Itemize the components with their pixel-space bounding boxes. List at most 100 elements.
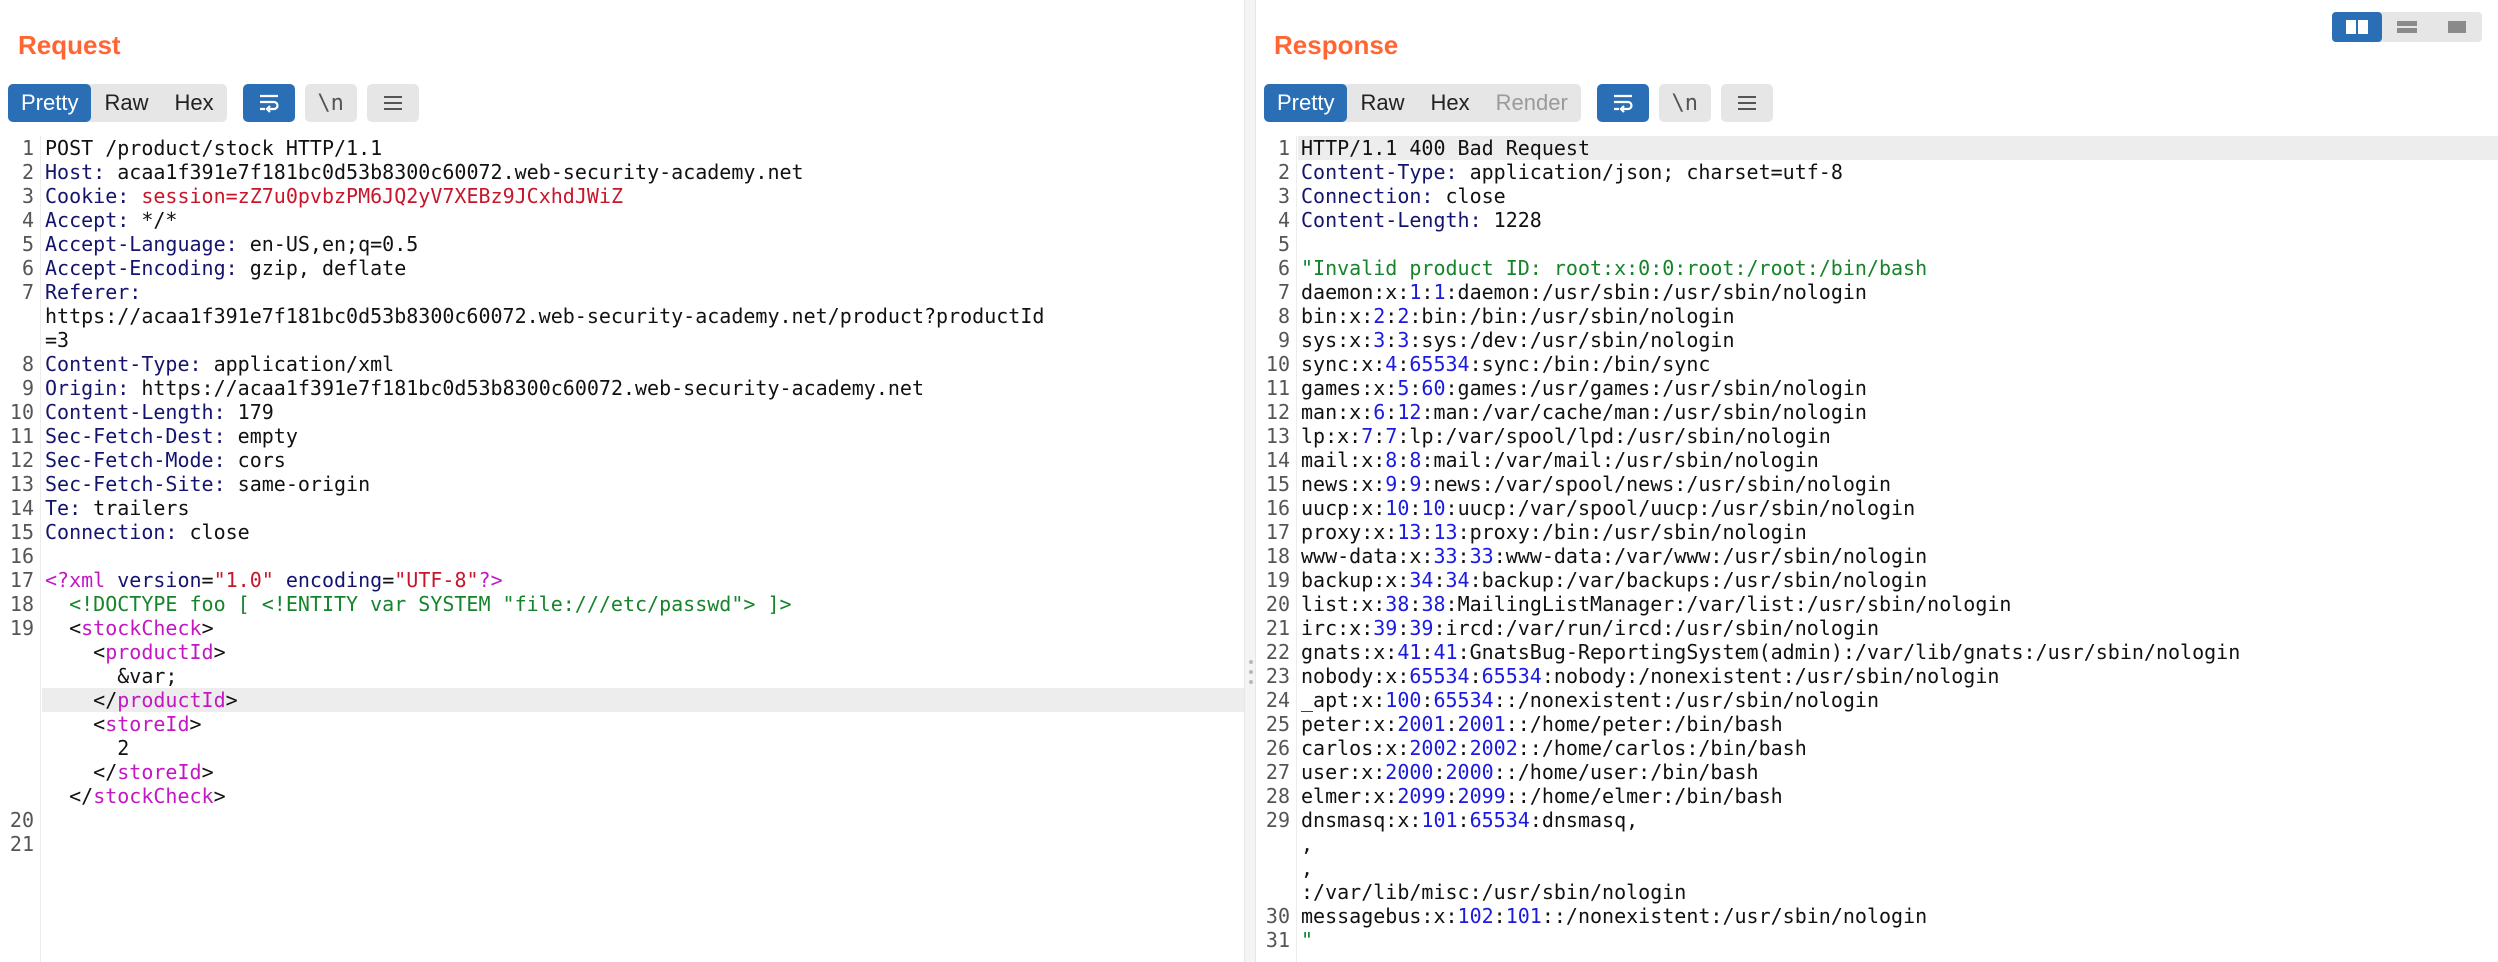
passwd-gid: 13 [1433,520,1458,544]
tab-hex[interactable]: Hex [1417,84,1482,122]
passwd-gid: 2 [1397,304,1410,328]
line-number: 14 [1265,448,1290,472]
menu-icon[interactable] [366,84,419,122]
request-view-tabs: Pretty Raw Hex [8,84,227,122]
line-number: 11 [1265,376,1290,400]
passwd-line: 25 peter:x:2001:2001::/home/peter:/bin/ba… [1256,712,2498,736]
wrap-lines-icon[interactable] [242,84,295,122]
tab-pretty[interactable]: Pretty [8,84,92,122]
header-origin: Origin: https://acaa1f391e7f181bc0d53b83… [45,376,925,400]
passwd-uid: 10 [1385,496,1410,520]
closing-line: 31 " [1256,928,2498,952]
line-number: 10 [9,400,34,424]
passwd-uid: 38 [1385,592,1410,616]
tab-raw[interactable]: Raw [91,84,161,122]
line-number: 15 [1265,472,1290,496]
passwd-rest: :nobody:/nonexistent:/usr/sbin/nologin [1541,664,2000,688]
passwd-rest: :mail:/var/mail:/usr/sbin/nologin [1421,448,1819,472]
passwd-entry: games:x:5:60:games:/usr/games:/usr/sbin/… [1301,376,1867,400]
passwd-gid: 2002 [1469,736,1518,760]
request-line: POST /product/stock HTTP/1.1 [45,136,383,160]
passwd-line: 17 proxy:x:13:13:proxy:/bin:/usr/sbin/nol… [1256,520,2498,544]
passwd-uid: 9 [1385,472,1398,496]
passwd-sep: : [1421,688,1434,712]
passwd-gid: 38 [1421,592,1446,616]
passwd-sep: : [1385,328,1398,352]
response-editor[interactable]: HTTP/1.1 400 Bad Request 1 2 Content-Type… [1256,136,2498,962]
passwd-uid: 41 [1397,640,1422,664]
passwd-gid: 39 [1409,616,1434,640]
passwd-gid: 2099 [1457,784,1506,808]
line-number: 26 [1265,736,1290,760]
tab-raw[interactable]: Raw [1347,84,1417,122]
passwd-user: daemon:x: [1301,280,1410,304]
line-number: 25 [1265,712,1290,736]
line-number: 15 [9,520,34,544]
menu-icon[interactable] [1720,84,1773,122]
passwd-user: _apt:x: [1301,688,1386,712]
tab-hex[interactable]: Hex [161,84,226,122]
passwd-line-cont: , [1256,832,2498,856]
passwd-continuation: , [1301,832,1314,856]
side-by-side-icon[interactable] [2332,12,2382,42]
header-sec-fetch-mode: Sec-Fetch-Mode: cors [45,448,286,472]
line-number: 22 [1265,640,1290,664]
passwd-sep: : [1385,304,1398,328]
passwd-sep: : [1457,808,1470,832]
passwd-entry: nobody:x:65534:65534:nobody:/nonexistent… [1301,664,1999,688]
request-pane: Request Pretty Raw Hex \n 1 POST /product… [0,0,1244,962]
line-number: 14 [9,496,34,520]
passwd-user: www-data:x: [1301,544,1434,568]
passwd-user: gnats:x: [1301,640,1398,664]
line-number: 20 [1265,592,1290,616]
passwd-gid: 65534 [1469,808,1530,832]
line-number: 11 [9,424,34,448]
passwd-gid: 33 [1469,544,1494,568]
passwd-line: 22 gnats:x:41:41:GnatsBug-ReportingSystem… [1256,640,2498,664]
passwd-sep: : [1373,424,1386,448]
passwd-rest: :GnatsBug-ReportingSystem(admin):/var/li… [1457,640,2241,664]
line-number: 12 [1265,400,1290,424]
passwd-sep: : [1421,520,1434,544]
passwd-gid: 10 [1421,496,1446,520]
line-number: 7 [1277,280,1290,304]
line-number: 16 [9,544,34,568]
line-number: 19 [1265,568,1290,592]
passwd-gid: 34 [1445,568,1470,592]
passwd-sep: : [1433,568,1446,592]
passwd-entry: carlos:x:2002:2002::/home/carlos:/bin/ba… [1301,736,1807,760]
passwd-sep: : [1445,784,1458,808]
passwd-sep: : [1421,280,1434,304]
line-number: 16 [1265,496,1290,520]
passwd-entry: sys:x:3:3:sys:/dev:/usr/sbin/nologin [1301,328,1735,352]
tab-render[interactable]: Render [1483,84,1581,122]
newline-toggle-icon[interactable]: \n [304,84,357,122]
passwd-sep: : [1397,616,1410,640]
passwd-entry: proxy:x:13:13:proxy:/bin:/usr/sbin/nolog… [1301,520,1807,544]
line-number: 8 [1277,304,1290,328]
passwd-uid: 1 [1409,280,1422,304]
stacked-rows-icon[interactable] [2382,12,2432,42]
passwd-rest: :backup:/var/backups:/usr/sbin/nologin [1469,568,1928,592]
passwd-entry: _apt:x:100:65534::/nonexistent:/usr/sbin… [1301,688,1879,712]
passwd-continuation: :/var/lib/misc:/usr/sbin/nologin [1301,880,1687,904]
single-pane-icon[interactable] [2432,12,2482,42]
xml-storeid-open: <storeId> [93,712,202,736]
pane-splitter[interactable] [1244,0,1256,962]
passwd-sep: : [1397,352,1410,376]
newline-toggle-icon[interactable]: \n [1658,84,1711,122]
request-editor[interactable]: 1 POST /product/stock HTTP/1.1 2 Host: aca… [0,136,1244,962]
line-number: 21 [9,832,34,856]
body-error-message: "Invalid product ID: root:x:0:0:root:/ro… [1301,256,1928,280]
passwd-user: sys:x: [1301,328,1374,352]
line-number: 6 [21,256,34,280]
passwd-line: 30 messagebus:x:102:101::/nonexistent:/us… [1256,904,2498,928]
passwd-gid: 1 [1433,280,1446,304]
wrap-lines-icon[interactable] [1596,84,1649,122]
header-cookie: Cookie: session=zZ7u0pvbzPM6JQ2yV7XEBz9J… [45,184,623,208]
header-sec-fetch-dest: Sec-Fetch-Dest: empty [45,424,298,448]
passwd-user: elmer:x: [1301,784,1398,808]
line-number: 12 [9,448,34,472]
tab-pretty[interactable]: Pretty [1264,84,1348,122]
passwd-user: dnsmasq:x: [1301,808,1422,832]
